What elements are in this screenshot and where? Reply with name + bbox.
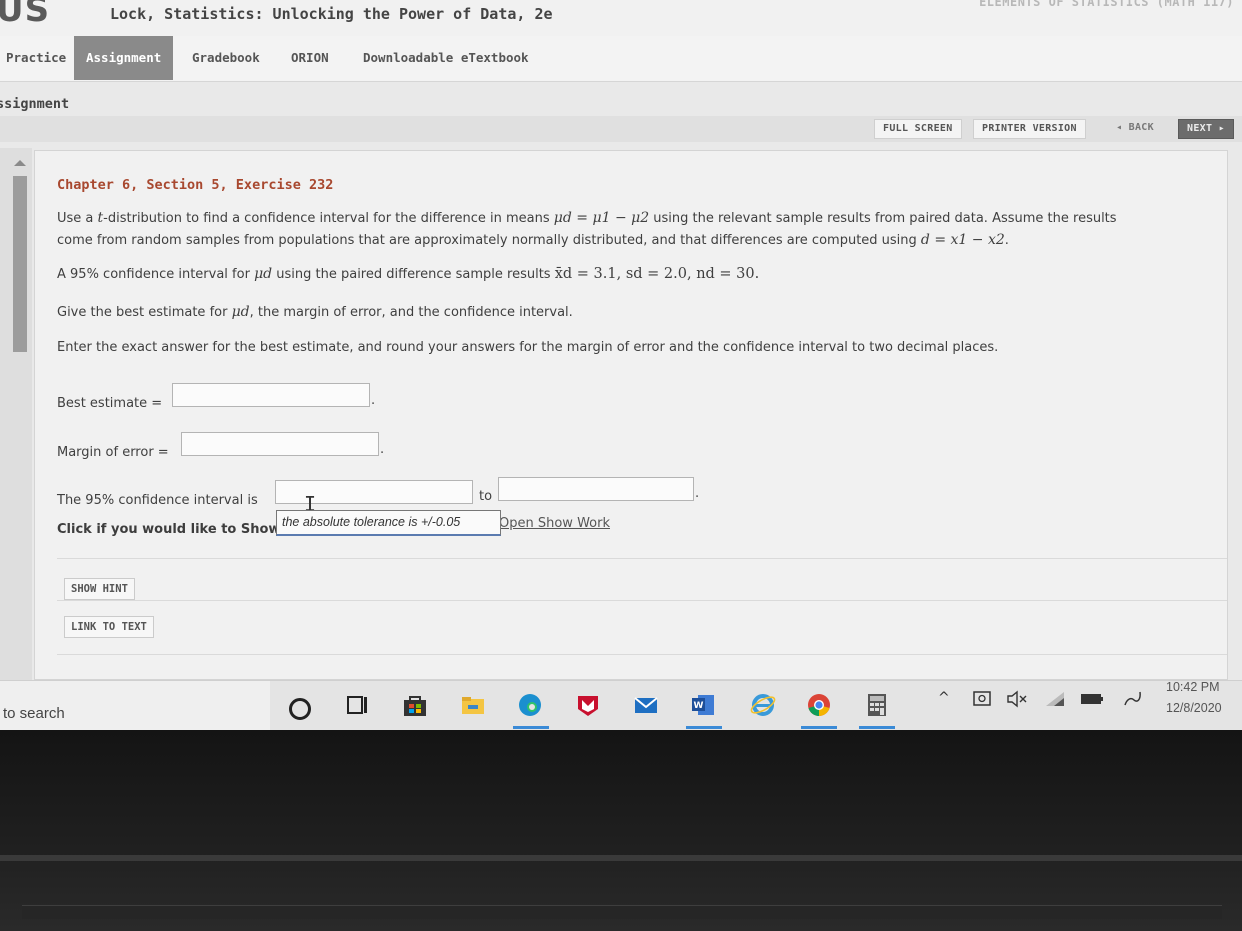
- meet-now-icon[interactable]: [972, 690, 992, 708]
- give-statement: Give the best estimate for μd, the margi…: [57, 304, 573, 320]
- divider: [57, 558, 1227, 559]
- divider: [57, 600, 1227, 601]
- scrollbar-thumb[interactable]: [13, 176, 27, 352]
- ci-text-1: A 95% confidence interval for: [57, 267, 255, 282]
- exercise-title: Chapter 6, Section 5, Exercise 232: [57, 177, 334, 193]
- page-title: ssignment: [0, 96, 70, 112]
- divider: [57, 654, 1227, 655]
- svg-text:W: W: [694, 701, 704, 711]
- laptop-bezel-edge: [0, 855, 1242, 861]
- interval-label: The 95% confidence interval is: [57, 493, 258, 508]
- edge-icon[interactable]: [517, 693, 543, 717]
- tolerance-tooltip: the absolute tolerance is +/-0.05: [276, 510, 501, 536]
- laptop-hinge: [22, 905, 1222, 919]
- intro-text-1: Use a: [57, 211, 98, 226]
- mu-d-symbol-2: μd: [231, 304, 250, 320]
- internet-explorer-icon[interactable]: [750, 693, 776, 717]
- taskbar-search-text[interactable]: to search: [3, 705, 65, 722]
- intro-text-3: using the relevant sample results from p…: [649, 211, 1117, 226]
- word-icon[interactable]: W: [690, 693, 716, 717]
- best-estimate-input[interactable]: [172, 383, 370, 407]
- intro-text-2: -distribution to find a confidence inter…: [103, 211, 554, 226]
- tab-orion[interactable]: ORION: [279, 36, 341, 80]
- pen-icon[interactable]: [1122, 688, 1144, 708]
- clock-time[interactable]: 10:42 PM: [1166, 680, 1220, 694]
- course-title: ELEMENTS OF STATISTICS (MATH 117): [979, 0, 1234, 9]
- best-estimate-label: Best estimate =: [57, 396, 163, 411]
- intro-end: .: [1004, 233, 1009, 248]
- wifi-icon[interactable]: [1044, 690, 1066, 708]
- file-explorer-icon[interactable]: [460, 693, 486, 717]
- mu-d-symbol: μd: [254, 266, 273, 282]
- mail-icon[interactable]: [633, 693, 659, 717]
- tab-assignment[interactable]: Assignment: [74, 36, 174, 80]
- give-text-1: Give the best estimate for: [57, 305, 232, 320]
- intro-line-2: come from random samples from population…: [57, 232, 1009, 248]
- book-title: Lock, Statistics: Unlocking the Power of…: [110, 5, 553, 23]
- tab-practice[interactable]: Practice: [0, 36, 78, 80]
- margin-period: .: [380, 442, 385, 457]
- show-hint-button[interactable]: SHOW HINT: [64, 578, 135, 600]
- give-text-2: , the margin of error, and the confidenc…: [249, 305, 573, 320]
- laptop-bezel: [0, 730, 1242, 931]
- scroll-up-icon[interactable]: [14, 160, 26, 166]
- ci-statement: A 95% confidence interval for μd using t…: [57, 266, 759, 282]
- battery-icon[interactable]: [1080, 692, 1104, 706]
- mean-difference-equation: μd = μ1 − μ2: [553, 210, 650, 226]
- intro-text-4: come from random samples from population…: [57, 233, 921, 248]
- calculator-icon[interactable]: [864, 693, 890, 717]
- printer-version-button[interactable]: PRINTER VERSION: [973, 119, 1086, 139]
- open-show-work-link[interactable]: Open Show Work: [499, 516, 610, 531]
- next-button[interactable]: NEXT ▸: [1178, 119, 1234, 139]
- app-header: US Lock, Statistics: Unlocking the Power…: [0, 0, 1242, 36]
- browser-screen: US Lock, Statistics: Unlocking the Power…: [0, 0, 1242, 740]
- mcafee-icon[interactable]: [575, 693, 601, 717]
- cortana-icon[interactable]: [289, 698, 311, 720]
- chrome-icon[interactable]: [806, 693, 832, 717]
- difference-equation: d = x1 − x2: [920, 232, 1005, 248]
- interval-period: .: [695, 486, 700, 501]
- link-to-text-button[interactable]: LINK TO TEXT: [64, 616, 154, 638]
- full-screen-button[interactable]: FULL SCREEN: [874, 119, 962, 139]
- chrome-active-indicator: [801, 726, 837, 729]
- volume-muted-icon[interactable]: [1006, 690, 1028, 708]
- interval-to-label: to: [479, 489, 493, 504]
- back-button[interactable]: ◂ BACK: [1108, 119, 1162, 139]
- task-view-icon[interactable]: [345, 693, 371, 717]
- clock-date[interactable]: 12/8/2020: [1166, 701, 1222, 715]
- store-icon[interactable]: [402, 693, 428, 717]
- best-estimate-period: .: [371, 393, 376, 408]
- ci-text-2: using the paired difference sample resul…: [272, 267, 555, 282]
- margin-of-error-input[interactable]: [181, 432, 379, 456]
- chevron-up-icon[interactable]: ^: [938, 690, 950, 706]
- word-active-indicator: [686, 726, 722, 729]
- interval-upper-input[interactable]: [498, 477, 694, 501]
- brand-logo: US: [0, 0, 51, 30]
- margin-of-error-label: Margin of error =: [57, 445, 169, 460]
- tab-gradebook[interactable]: Gradebook: [180, 36, 272, 80]
- intro-line-1: Use a t-distribution to find a confidenc…: [57, 210, 1117, 226]
- tab-etextbook[interactable]: Downloadable eTextbook: [351, 36, 541, 80]
- calculator-active-indicator: [859, 726, 895, 729]
- instructions: Enter the exact answer for the best esti…: [57, 340, 999, 355]
- sample-statistics: x̄d = 3.1, sd = 2.0, nd = 30.: [554, 266, 760, 282]
- edge-active-indicator: [513, 726, 549, 729]
- show-work-prompt: Click if you would like to Show Work for…: [57, 522, 277, 537]
- main-nav: Practice Assignment Gradebook ORION Down…: [0, 36, 1242, 82]
